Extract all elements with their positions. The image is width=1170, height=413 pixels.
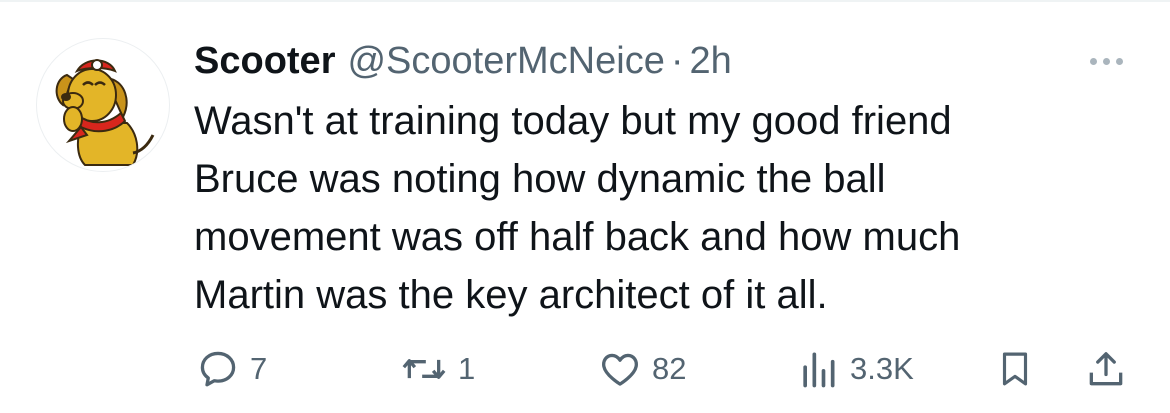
tweet-text-line: movement was off half back and how much bbox=[194, 215, 961, 259]
view-count: 3.3K bbox=[850, 351, 914, 386]
bookmark-button[interactable] bbox=[994, 344, 1036, 394]
tweet-text-line: Martin was the key architect of it all. bbox=[194, 273, 828, 317]
tweet-header: Scooter @ScooterMcNeice · 2h bbox=[194, 36, 732, 86]
author-display-name[interactable]: Scooter bbox=[194, 40, 335, 83]
reply-icon bbox=[200, 351, 236, 387]
bookmark-icon bbox=[1002, 352, 1028, 386]
author-handle[interactable]: @ScooterMcNeice bbox=[347, 40, 664, 83]
avatar[interactable] bbox=[36, 38, 170, 172]
reply-count: 7 bbox=[250, 351, 268, 386]
reply-button[interactable]: 7 bbox=[196, 344, 267, 394]
action-bar: 7 1 82 3.3K bbox=[0, 344, 1170, 394]
views-button[interactable]: 3.3K bbox=[796, 344, 914, 394]
tweet-text-line: Wasn't at training today but my good fri… bbox=[194, 99, 952, 143]
like-button[interactable]: 82 bbox=[598, 344, 686, 394]
top-divider bbox=[0, 0, 1170, 2]
like-count: 82 bbox=[652, 351, 687, 386]
tweet-text: Wasn't at training today but my good fri… bbox=[194, 92, 1124, 324]
more-options-button[interactable] bbox=[1078, 48, 1134, 74]
retweet-icon bbox=[402, 359, 446, 379]
share-icon bbox=[1089, 352, 1123, 386]
more-horizontal-icon bbox=[1089, 57, 1097, 65]
retweet-button[interactable]: 1 bbox=[400, 344, 475, 394]
share-button[interactable] bbox=[1084, 344, 1128, 394]
heart-icon bbox=[602, 353, 638, 386]
bar-chart-icon bbox=[803, 352, 835, 388]
dog-avatar-image bbox=[55, 59, 155, 166]
retweet-count: 1 bbox=[458, 351, 476, 386]
separator-dot: · bbox=[670, 39, 684, 82]
tweet-timestamp[interactable]: 2h bbox=[689, 40, 731, 83]
tweet-text-line: Bruce was noting how dynamic the ball bbox=[194, 157, 886, 201]
